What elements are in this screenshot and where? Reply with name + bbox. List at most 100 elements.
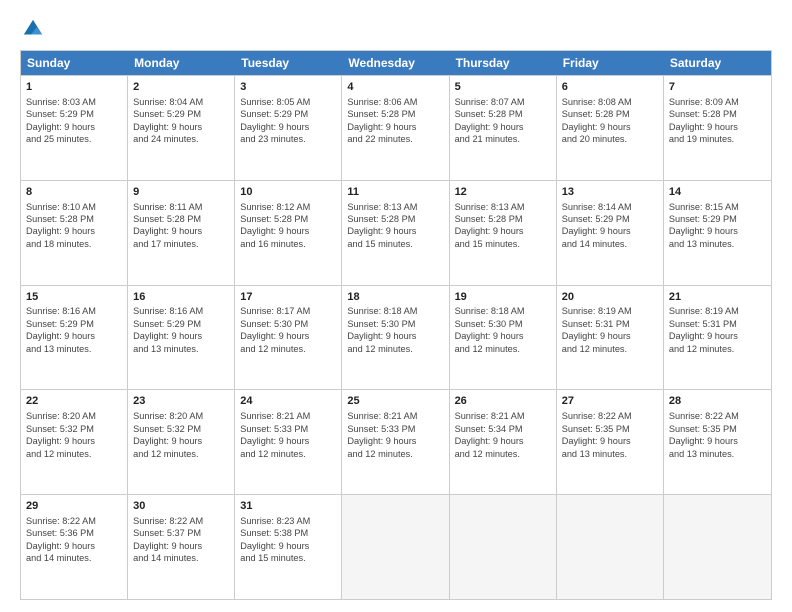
day-info-line: Sunset: 5:28 PM — [26, 213, 122, 225]
day-info-line: Daylight: 9 hours — [669, 330, 766, 342]
day-info-line: Sunrise: 8:05 AM — [240, 96, 336, 108]
calendar-week-2: 8Sunrise: 8:10 AMSunset: 5:28 PMDaylight… — [21, 180, 771, 285]
day-info-line: Sunrise: 8:20 AM — [133, 410, 229, 422]
day-info-line: Daylight: 9 hours — [240, 330, 336, 342]
day-info-line: and 24 minutes. — [133, 133, 229, 145]
day-number: 3 — [240, 80, 336, 95]
day-info-line: Sunset: 5:33 PM — [240, 423, 336, 435]
day-info-line: Sunset: 5:29 PM — [669, 213, 766, 225]
day-number: 21 — [669, 290, 766, 305]
day-number: 7 — [669, 80, 766, 95]
weekday-header-thursday: Thursday — [450, 51, 557, 75]
day-number: 19 — [455, 290, 551, 305]
day-info-line: Sunset: 5:28 PM — [133, 213, 229, 225]
day-number: 11 — [347, 185, 443, 200]
calendar-day-28: 28Sunrise: 8:22 AMSunset: 5:35 PMDayligh… — [664, 390, 771, 494]
day-info-line: Sunset: 5:29 PM — [26, 318, 122, 330]
day-number: 28 — [669, 394, 766, 409]
day-info-line: Daylight: 9 hours — [562, 225, 658, 237]
day-info-line: Sunrise: 8:22 AM — [562, 410, 658, 422]
day-info-line: and 15 minutes. — [347, 238, 443, 250]
day-info-line: Daylight: 9 hours — [669, 435, 766, 447]
day-info-line: Sunrise: 8:20 AM — [26, 410, 122, 422]
day-info-line: Daylight: 9 hours — [669, 121, 766, 133]
calendar-day-23: 23Sunrise: 8:20 AMSunset: 5:32 PMDayligh… — [128, 390, 235, 494]
day-info-line: and 14 minutes. — [562, 238, 658, 250]
day-info-line: Daylight: 9 hours — [240, 435, 336, 447]
day-info-line: Sunrise: 8:21 AM — [240, 410, 336, 422]
day-number: 4 — [347, 80, 443, 95]
day-info-line: and 12 minutes. — [347, 343, 443, 355]
day-info-line: and 12 minutes. — [240, 448, 336, 460]
day-info-line: Daylight: 9 hours — [240, 225, 336, 237]
empty-cell — [664, 495, 771, 599]
calendar-body: 1Sunrise: 8:03 AMSunset: 5:29 PMDaylight… — [21, 75, 771, 599]
day-number: 1 — [26, 80, 122, 95]
day-info-line: and 13 minutes. — [562, 448, 658, 460]
day-info-line: Daylight: 9 hours — [669, 225, 766, 237]
day-info-line: and 15 minutes. — [455, 238, 551, 250]
day-info-line: and 13 minutes. — [669, 448, 766, 460]
day-info-line: and 12 minutes. — [455, 343, 551, 355]
day-info-line: Sunrise: 8:11 AM — [133, 201, 229, 213]
day-number: 20 — [562, 290, 658, 305]
day-info-line: Sunrise: 8:18 AM — [455, 305, 551, 317]
day-info-line: Sunset: 5:35 PM — [669, 423, 766, 435]
calendar-day-30: 30Sunrise: 8:22 AMSunset: 5:37 PMDayligh… — [128, 495, 235, 599]
day-info-line: Sunset: 5:28 PM — [669, 108, 766, 120]
day-number: 15 — [26, 290, 122, 305]
day-info-line: Sunrise: 8:22 AM — [26, 515, 122, 527]
day-info-line: Daylight: 9 hours — [455, 435, 551, 447]
calendar-day-16: 16Sunrise: 8:16 AMSunset: 5:29 PMDayligh… — [128, 286, 235, 390]
day-number: 22 — [26, 394, 122, 409]
day-info-line: Daylight: 9 hours — [26, 330, 122, 342]
day-info-line: Sunset: 5:31 PM — [669, 318, 766, 330]
calendar-day-19: 19Sunrise: 8:18 AMSunset: 5:30 PMDayligh… — [450, 286, 557, 390]
day-number: 5 — [455, 80, 551, 95]
day-info-line: Sunrise: 8:18 AM — [347, 305, 443, 317]
day-info-line: Sunrise: 8:21 AM — [347, 410, 443, 422]
calendar-week-4: 22Sunrise: 8:20 AMSunset: 5:32 PMDayligh… — [21, 389, 771, 494]
day-info-line: and 13 minutes. — [133, 343, 229, 355]
day-info-line: Sunrise: 8:04 AM — [133, 96, 229, 108]
day-info-line: Sunset: 5:28 PM — [455, 213, 551, 225]
day-info-line: Sunset: 5:36 PM — [26, 527, 122, 539]
weekday-header-sunday: Sunday — [21, 51, 128, 75]
calendar-day-7: 7Sunrise: 8:09 AMSunset: 5:28 PMDaylight… — [664, 76, 771, 180]
day-info-line: and 16 minutes. — [240, 238, 336, 250]
day-info-line: and 12 minutes. — [347, 448, 443, 460]
calendar: SundayMondayTuesdayWednesdayThursdayFrid… — [20, 50, 772, 600]
day-info-line: Sunrise: 8:03 AM — [26, 96, 122, 108]
day-info-line: and 12 minutes. — [133, 448, 229, 460]
day-info-line: Sunset: 5:32 PM — [133, 423, 229, 435]
day-info-line: Sunrise: 8:07 AM — [455, 96, 551, 108]
calendar-day-5: 5Sunrise: 8:07 AMSunset: 5:28 PMDaylight… — [450, 76, 557, 180]
day-info-line: Daylight: 9 hours — [455, 225, 551, 237]
day-info-line: Daylight: 9 hours — [562, 330, 658, 342]
day-info-line: Daylight: 9 hours — [26, 225, 122, 237]
calendar-day-17: 17Sunrise: 8:17 AMSunset: 5:30 PMDayligh… — [235, 286, 342, 390]
logo-icon — [22, 18, 44, 40]
day-number: 2 — [133, 80, 229, 95]
day-info-line: and 12 minutes. — [26, 448, 122, 460]
day-info-line: Daylight: 9 hours — [347, 435, 443, 447]
header — [20, 18, 772, 40]
day-info-line: and 13 minutes. — [26, 343, 122, 355]
day-number: 18 — [347, 290, 443, 305]
calendar-day-11: 11Sunrise: 8:13 AMSunset: 5:28 PMDayligh… — [342, 181, 449, 285]
calendar-day-9: 9Sunrise: 8:11 AMSunset: 5:28 PMDaylight… — [128, 181, 235, 285]
day-info-line: Sunset: 5:30 PM — [455, 318, 551, 330]
day-number: 31 — [240, 499, 336, 514]
day-info-line: Daylight: 9 hours — [26, 121, 122, 133]
day-info-line: Sunrise: 8:22 AM — [669, 410, 766, 422]
day-number: 14 — [669, 185, 766, 200]
day-info-line: Sunrise: 8:12 AM — [240, 201, 336, 213]
day-info-line: and 17 minutes. — [133, 238, 229, 250]
calendar-day-31: 31Sunrise: 8:23 AMSunset: 5:38 PMDayligh… — [235, 495, 342, 599]
day-info-line: Daylight: 9 hours — [240, 540, 336, 552]
day-number: 10 — [240, 185, 336, 200]
day-info-line: Daylight: 9 hours — [26, 540, 122, 552]
day-info-line: Sunset: 5:30 PM — [240, 318, 336, 330]
day-info-line: Daylight: 9 hours — [240, 121, 336, 133]
day-info-line: Sunset: 5:29 PM — [26, 108, 122, 120]
